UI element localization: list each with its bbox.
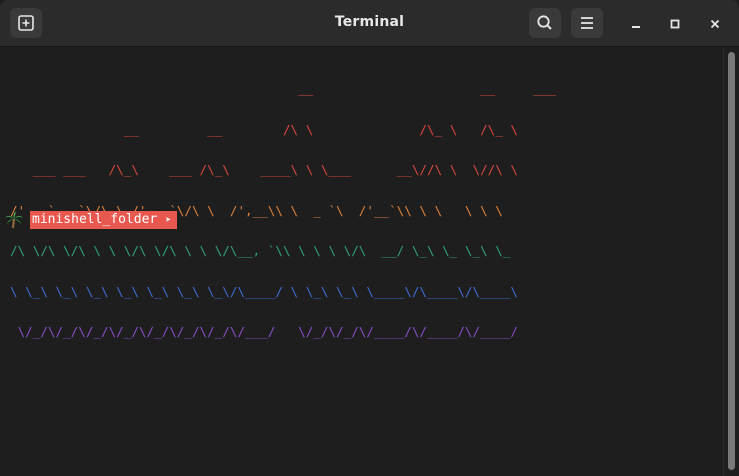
scrollbar[interactable] bbox=[723, 47, 739, 476]
title-bar: Terminal bbox=[0, 0, 739, 47]
prompt-folder-segment: minishell_folder ➤ bbox=[30, 211, 178, 229]
search-icon bbox=[537, 15, 552, 30]
minimize-button[interactable] bbox=[624, 12, 648, 36]
palm-tree-icon bbox=[5, 212, 23, 229]
minimize-icon bbox=[632, 26, 640, 28]
search-button[interactable] bbox=[529, 8, 561, 38]
banner-line: __ __ /\ \ /\_ \ /\_ \ bbox=[10, 121, 518, 137]
terminal-output[interactable]: __ __ ___ __ __ /\ \ /\_ \ /\_ \ ___ ___… bbox=[0, 47, 723, 476]
hamburger-menu-icon bbox=[581, 17, 593, 29]
banner-line: /\ \/\ \/\ \ \ \/\ \/\ \ \ \/\__, `\\ \ … bbox=[10, 243, 511, 258]
folder-name: minishell_folder bbox=[32, 212, 158, 227]
scrollbar-thumb[interactable] bbox=[728, 52, 735, 470]
banner-line: \/_/\/_/\/_/\/_/\/_/\/_/\/_/\/___/ \/_/\… bbox=[10, 324, 518, 339]
maximize-icon bbox=[670, 19, 680, 29]
menu-button[interactable] bbox=[571, 8, 603, 38]
banner-line: __ __ ___ bbox=[10, 81, 556, 96]
maximize-button[interactable] bbox=[663, 12, 687, 36]
close-button[interactable] bbox=[703, 12, 727, 36]
prompt-arrow-icon: ➤ bbox=[165, 215, 172, 226]
banner-line: ___ ___ /\_\ ___ /\_\ ____\ \ \___ __\//… bbox=[10, 162, 518, 177]
close-icon bbox=[710, 19, 720, 29]
terminal-window: Terminal __ __ ___ __ __ /\ \ /\_ \ /\_ … bbox=[0, 0, 739, 476]
banner-line: \ \_\ \_\ \_\ \_\ \_\ \_\ \_\/\____/ \ \… bbox=[10, 283, 518, 299]
